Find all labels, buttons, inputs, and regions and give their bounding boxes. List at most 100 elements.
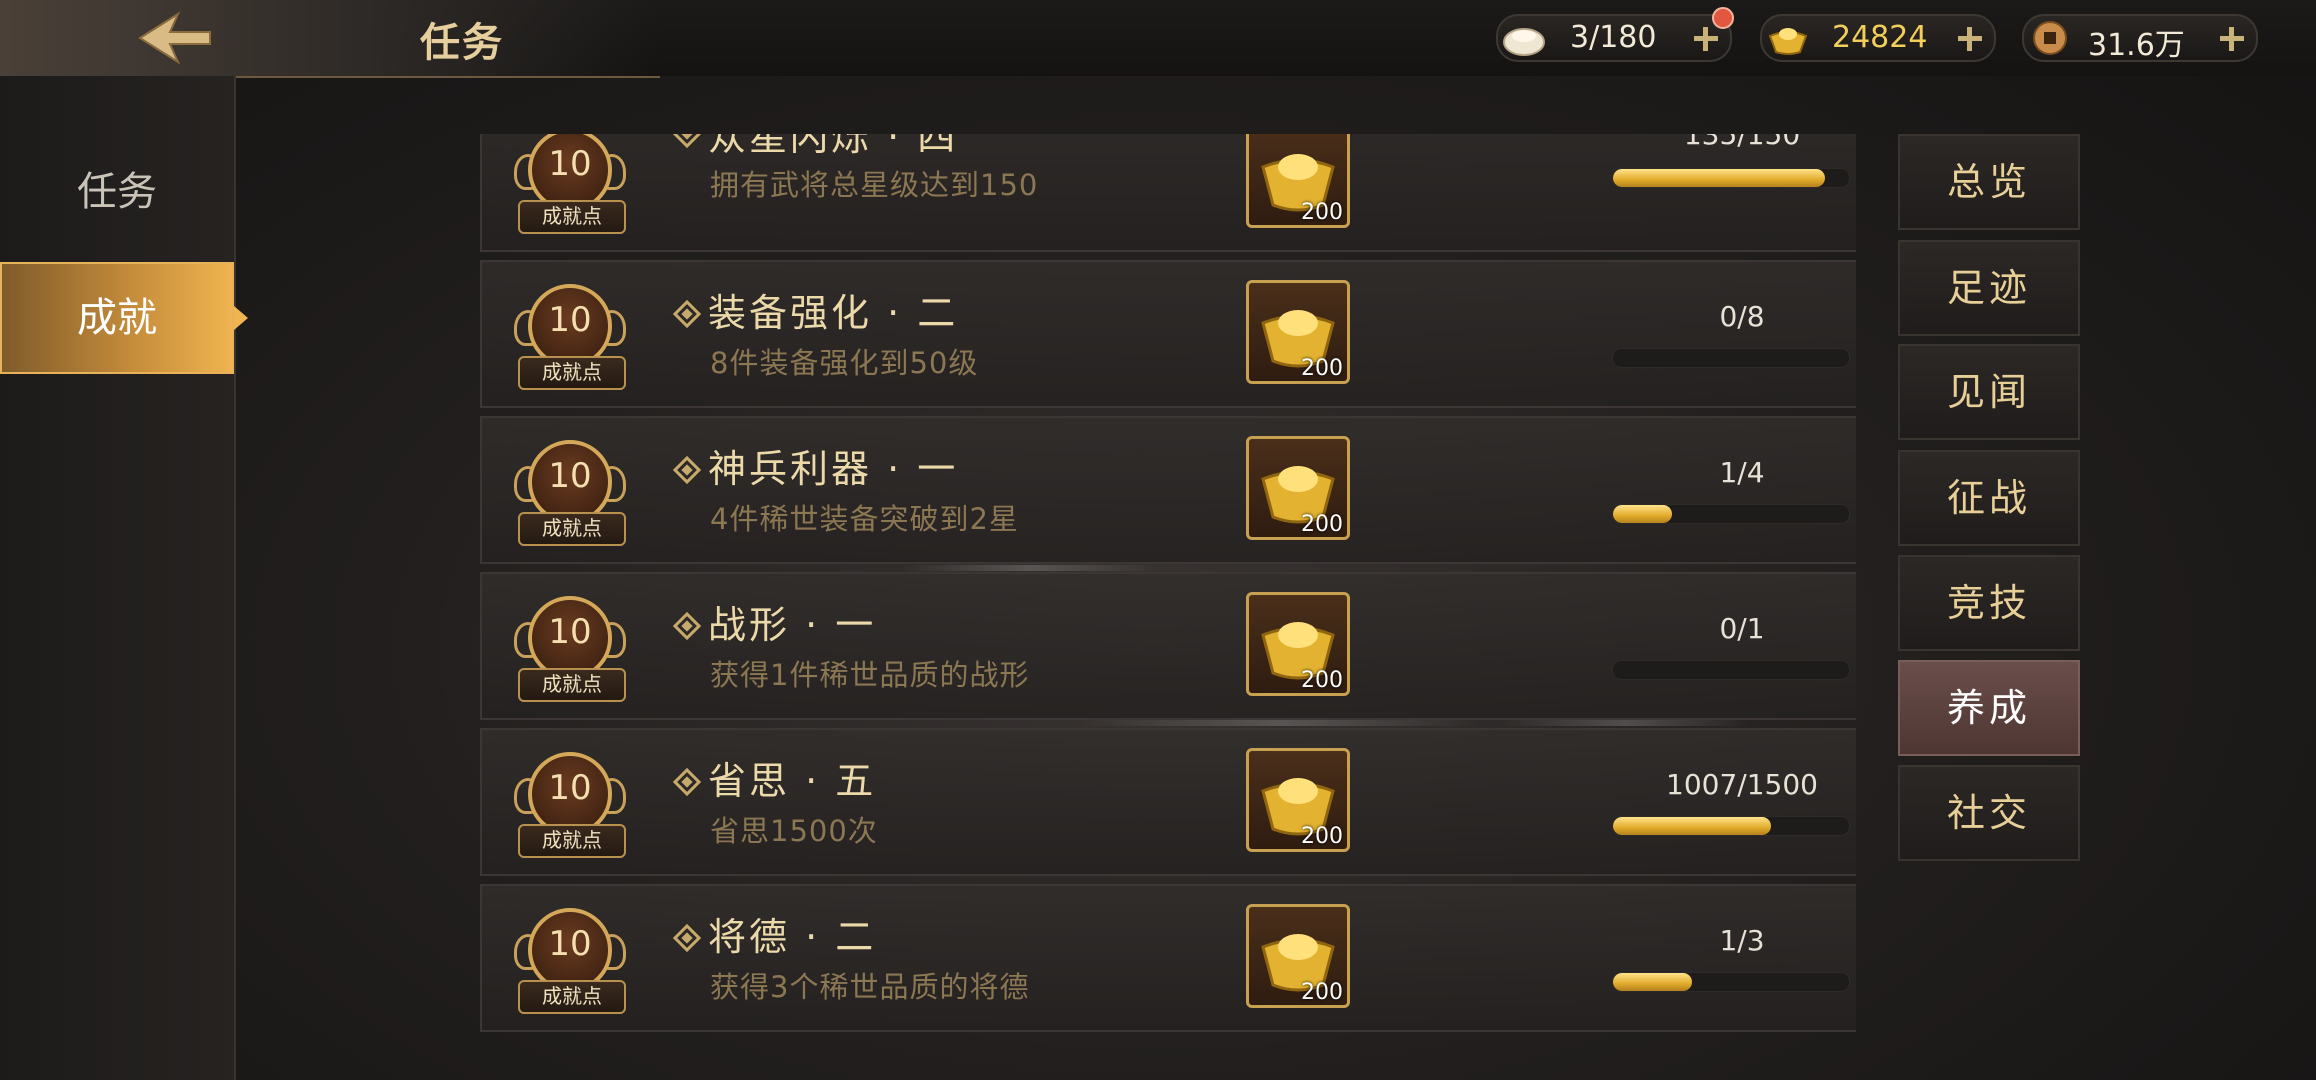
tab-label: 养成	[1946, 686, 2031, 730]
tab-label: 见闻	[1946, 370, 2031, 414]
active-indicator-arrow	[234, 306, 248, 330]
achievement-desc: 获得1件稀世品质的战形	[710, 658, 1030, 692]
stamina-value: 3/180	[1570, 20, 1657, 55]
progress-fill	[1613, 817, 1772, 835]
achievement-row: 10 成就点 装备强化 · 二 8件装备强化到50级 200 0/8	[480, 260, 1856, 408]
tab-development[interactable]: 养成	[1898, 660, 2080, 756]
sidebar-item-achievements[interactable]: 成就	[0, 262, 248, 374]
progress-text: 0/1	[1719, 612, 1765, 645]
reward-gold-ingot[interactable]: 200	[1246, 592, 1350, 696]
progress-bar	[1612, 660, 1850, 680]
achievement-desc: 拥有武将总星级达到150	[710, 168, 1039, 202]
progress-text: 0/8	[1719, 300, 1765, 333]
reward-count: 200	[1301, 824, 1343, 849]
progress-text: 1/3	[1719, 924, 1765, 957]
progress-fill	[1613, 973, 1692, 991]
tab-label: 竞技	[1946, 581, 2031, 625]
achievement-title: 神兵利器 · 一	[708, 447, 959, 491]
points-label: 成就点	[518, 356, 626, 390]
achievement-desc: 8件装备强化到50级	[710, 346, 979, 380]
reward-gold-ingot[interactable]: 200	[1246, 436, 1350, 540]
reward-count: 200	[1301, 980, 1343, 1005]
gold-ingot-icon	[1766, 18, 1810, 58]
achievement-points-badge: 10 成就点	[510, 584, 630, 708]
tab-label: 征战	[1946, 476, 2031, 520]
points-value: 10	[548, 300, 592, 340]
achievement-title: 将德 · 二	[708, 915, 877, 959]
add-gold-button[interactable]	[1948, 16, 1992, 60]
diamond-bullet-icon	[672, 923, 702, 953]
copper-coin-icon	[2028, 18, 2072, 58]
stamina-counter: 3/180	[1496, 14, 1732, 62]
reward-gold-ingot[interactable]: 200	[1246, 904, 1350, 1008]
diamond-bullet-icon	[672, 455, 702, 485]
points-label: 成就点	[518, 980, 626, 1014]
page-title: 任务	[420, 20, 504, 66]
achievement-title: 装备强化 · 二	[708, 291, 959, 335]
diamond-bullet-icon	[672, 767, 702, 797]
sidebar-item-label: 任务	[77, 169, 157, 215]
tab-knowledge[interactable]: 见闻	[1898, 344, 2080, 440]
progress-text: 135/150	[1683, 134, 1801, 151]
achievement-row: 10 成就点 神兵利器 · 一 4件稀世装备突破到2星 200 1/4	[480, 416, 1856, 564]
points-label: 成就点	[518, 668, 626, 702]
gold-counter: 24824	[1760, 14, 1996, 62]
back-arrow-icon	[138, 11, 211, 65]
points-value: 10	[548, 924, 592, 964]
points-value: 10	[548, 456, 592, 496]
achievement-points-badge: 10 成就点	[510, 896, 630, 1020]
progress-text: 1/4	[1719, 456, 1765, 489]
achievement-desc: 4件稀世装备突破到2星	[710, 502, 1019, 536]
reward-count: 200	[1301, 512, 1343, 537]
points-label: 成就点	[518, 200, 626, 234]
tab-label: 足迹	[1946, 266, 2031, 310]
tab-footprints[interactable]: 足迹	[1898, 240, 2080, 336]
progress-bar	[1612, 972, 1850, 992]
achievement-title: 战形 · 一	[708, 603, 877, 647]
reward-count: 200	[1301, 200, 1343, 225]
progress-bar	[1612, 168, 1850, 188]
reward-gold-ingot[interactable]: 200	[1246, 748, 1350, 852]
reward-count: 200	[1301, 668, 1343, 693]
progress-fill	[1613, 505, 1672, 523]
reward-gold-ingot[interactable]: 200	[1246, 134, 1350, 228]
sidebar-item-tasks[interactable]: 任务	[0, 136, 234, 248]
reward-gold-ingot[interactable]: 200	[1246, 280, 1350, 384]
points-label: 成就点	[518, 512, 626, 546]
achievement-points-badge: 10 成就点	[510, 134, 630, 240]
progress-bar	[1612, 504, 1850, 524]
progress-text: 1007/1500	[1666, 768, 1818, 801]
points-value: 10	[548, 144, 592, 184]
notification-dot	[1712, 7, 1734, 29]
reward-count: 200	[1301, 356, 1343, 381]
achievement-row: 10 成就点 省思 · 五 省思1500次 200 1007/1500	[480, 728, 1856, 876]
progress-bar	[1612, 816, 1850, 836]
diamond-bullet-icon	[672, 134, 702, 149]
add-coin-button[interactable]	[2210, 16, 2254, 60]
achievement-points-badge: 10 成就点	[510, 740, 630, 864]
progress-bar	[1612, 348, 1850, 368]
achievement-points-badge: 10 成就点	[510, 272, 630, 396]
tab-arena[interactable]: 竞技	[1898, 555, 2080, 651]
diamond-bullet-icon	[672, 611, 702, 641]
back-button[interactable]	[130, 8, 220, 68]
achievement-desc: 省思1500次	[710, 814, 878, 848]
achievement-title: 省思 · 五	[708, 759, 877, 803]
title-plate	[0, 0, 660, 78]
tab-social[interactable]: 社交	[1898, 765, 2080, 861]
progress-fill	[1613, 169, 1826, 187]
points-value: 10	[548, 612, 592, 652]
tab-overview[interactable]: 总览	[1898, 134, 2080, 230]
achievement-list[interactable]: 10 成就点 众星闪烁 · 四 拥有武将总星级达到150 200 135/150…	[480, 134, 1856, 1034]
points-label: 成就点	[518, 824, 626, 858]
tab-label: 社交	[1946, 791, 2031, 835]
coin-counter: 31.6万	[2022, 14, 2258, 63]
achievement-points-badge: 10 成就点	[510, 428, 630, 552]
coin-value: 31.6万	[2088, 28, 2185, 63]
points-value: 10	[548, 768, 592, 808]
achievement-title: 众星闪烁 · 四	[708, 134, 959, 159]
diamond-bullet-icon	[672, 299, 702, 329]
tab-campaign[interactable]: 征战	[1898, 450, 2080, 546]
achievement-row: 10 成就点 战形 · 一 获得1件稀世品质的战形 200 0/1	[480, 572, 1856, 720]
achievement-row: 10 成就点 将德 · 二 获得3个稀世品质的将德 200 1/3	[480, 884, 1856, 1032]
